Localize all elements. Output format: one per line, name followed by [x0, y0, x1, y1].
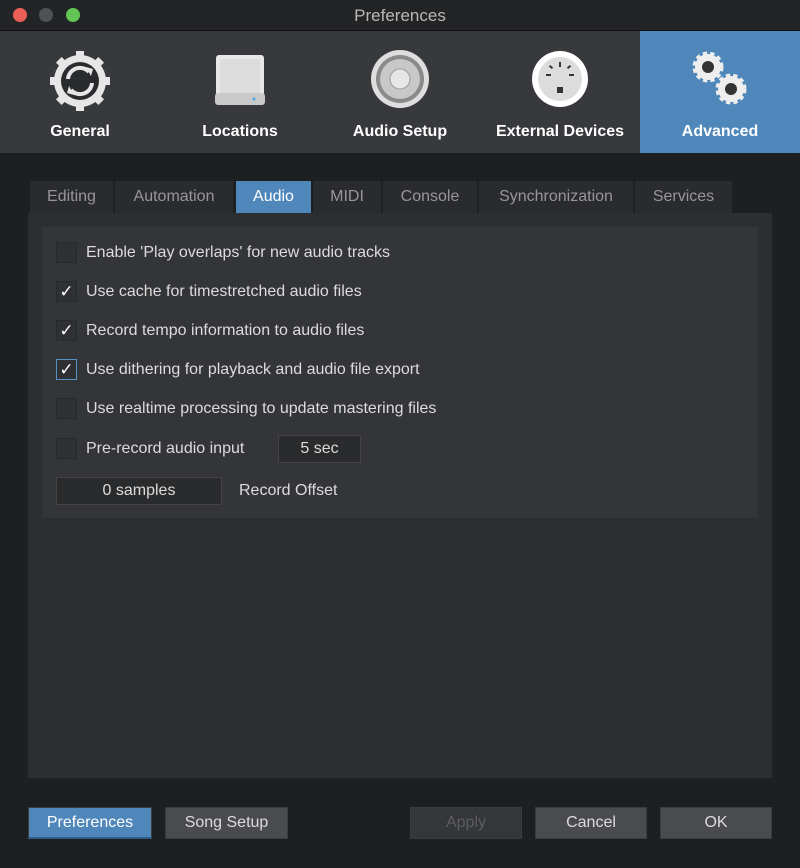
- song-setup-button[interactable]: Song Setup: [165, 807, 288, 839]
- record-offset-label: Record Offset: [239, 482, 338, 499]
- option-label: Use cache for timestretched audio files: [86, 283, 362, 300]
- title-bar: Preferences: [0, 0, 800, 31]
- toolbar-general[interactable]: General: [0, 31, 160, 153]
- toolbar-audio-setup[interactable]: Audio Setup: [320, 31, 480, 153]
- apply-button[interactable]: Apply: [410, 807, 522, 839]
- option-label: Pre-record audio input: [86, 440, 245, 457]
- toolbar-label: Audio Setup: [352, 123, 448, 140]
- toolbar-label: Advanced: [681, 123, 759, 140]
- tab-automation[interactable]: Automation: [115, 181, 233, 213]
- checkbox[interactable]: ✓: [56, 359, 77, 380]
- option-label: Use dithering for playback and audio fil…: [86, 361, 420, 378]
- ok-button[interactable]: OK: [660, 807, 772, 839]
- tab-audio[interactable]: Audio: [236, 181, 311, 213]
- tab-midi[interactable]: MIDI: [313, 181, 381, 213]
- option-label: Enable 'Play overlaps' for new audio tra…: [86, 244, 391, 261]
- drive-icon: [215, 55, 265, 105]
- speaker-icon: [371, 50, 429, 108]
- toolbar-label: External Devices: [495, 123, 625, 140]
- cancel-button[interactable]: Cancel: [535, 807, 647, 839]
- checkbox[interactable]: [56, 398, 77, 419]
- tab-console[interactable]: Console: [383, 181, 477, 213]
- toolbar-advanced[interactable]: Advanced: [640, 31, 800, 153]
- toolbar-label: General: [50, 123, 110, 140]
- toolbar-label: Locations: [202, 123, 278, 140]
- preferences-button[interactable]: Preferences: [28, 807, 152, 839]
- checkbox[interactable]: ✓: [56, 281, 77, 302]
- gear-sync-icon: [50, 51, 110, 111]
- option-label: Use realtime processing to update master…: [86, 400, 437, 417]
- checkbox[interactable]: [56, 438, 77, 459]
- tab-synchronization[interactable]: Synchronization: [479, 181, 633, 213]
- gears-icon: [692, 51, 747, 105]
- preferences-toolbar: General Locations Audio Setup External D…: [0, 31, 800, 153]
- option-label: Record tempo information to audio files: [86, 322, 365, 339]
- window-title: Preferences: [354, 6, 446, 25]
- tab-editing[interactable]: Editing: [30, 181, 113, 213]
- pre-record-duration-field[interactable]: 5 sec: [278, 435, 361, 463]
- record-offset-field[interactable]: 0 samples: [56, 477, 222, 505]
- checkbox[interactable]: [56, 242, 77, 263]
- toolbar-locations[interactable]: Locations: [160, 31, 320, 153]
- tab-services[interactable]: Services: [635, 181, 732, 213]
- midi-port-icon: [532, 51, 588, 107]
- toolbar-external-devices[interactable]: External Devices: [480, 31, 640, 153]
- checkbox[interactable]: ✓: [56, 320, 77, 341]
